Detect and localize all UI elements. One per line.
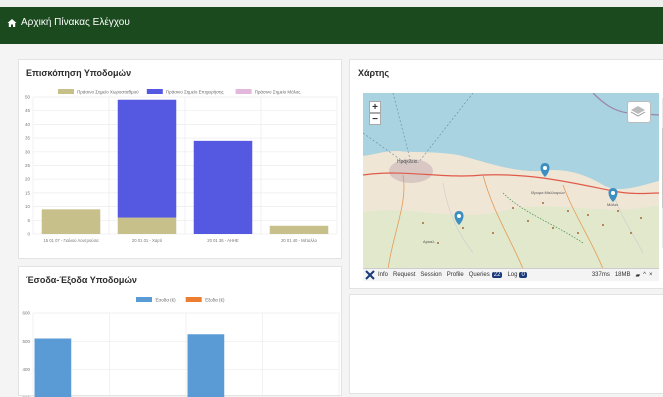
y-tick-label: 20 <box>25 177 31 182</box>
bar <box>194 141 253 234</box>
page-title: Αρχική Πίνακας Ελέγχου <box>21 17 130 28</box>
map-label-town: Μάλια <box>607 202 619 207</box>
legend-label: Πράσινο Σημείο Επιχειρήσης <box>166 89 225 95</box>
debug-time: 337ms <box>592 272 610 278</box>
debug-info-tab[interactable]: Info <box>378 272 388 278</box>
debugbar-logo-icon[interactable] <box>365 270 375 280</box>
bar <box>188 334 225 397</box>
x-tick-label: 20 01 36 - ΑΗΗΕ <box>207 238 239 243</box>
y-tick-label: 30 <box>25 149 31 154</box>
x-tick-label: 20 01 01 - Χαρτί <box>132 238 162 243</box>
close-icon[interactable]: × <box>649 272 653 278</box>
debug-queries-tab[interactable]: Queries <box>469 272 490 278</box>
y-tick-label: 25 <box>25 163 31 168</box>
legend-swatch <box>186 297 202 302</box>
empty-card <box>349 294 663 394</box>
y-tick-label: 40 <box>25 122 31 127</box>
map-tiles: Ηράκλειο Ιδρυμα Μαλλιαρών Μάλια Αρκαλ. <box>363 93 659 281</box>
debug-session-tab[interactable]: Session <box>420 272 441 278</box>
y-tick-label: 0 <box>27 232 30 237</box>
debug-request-tab[interactable]: Request <box>393 272 415 278</box>
x-tick-label: 20 01 40 - Μέταλλο <box>281 238 318 243</box>
x-tick-label: 15 01 07 - Γιαλιού Λουτρούσα <box>43 238 99 243</box>
legend-swatch <box>236 89 252 94</box>
legend-swatch <box>58 89 74 94</box>
legend-swatch <box>147 89 163 94</box>
log-count-badge: 0 <box>519 272 526 278</box>
infra-overview-card: Επισκόπηση Υποδομών Πράσινο Σημείο Χωροσ… <box>18 59 342 259</box>
map-card: Χάρτης <box>349 59 663 289</box>
layers-button[interactable] <box>627 101 651 123</box>
legend-label: Έξοδα (€) <box>204 298 225 303</box>
legend-label: Πράσινο Σημείο Χωροσταθμού <box>77 89 139 95</box>
debug-toolbar: Info Request Session Profile Queries 22 … <box>363 268 659 281</box>
zoom-out-button[interactable]: − <box>369 113 381 125</box>
zoom-in-button[interactable]: + <box>369 101 381 113</box>
debug-profile-tab[interactable]: Profile <box>447 272 464 278</box>
y-tick-label: 15 <box>25 190 31 195</box>
y-tick-label: 5 <box>27 218 30 223</box>
map-view[interactable]: Ηράκλειο Ιδρυμα Μαλλιαρών Μάλια Αρκαλ. +… <box>363 93 659 281</box>
map-card-title: Χάρτης <box>358 68 389 78</box>
y-tick-label: 500 <box>22 339 30 344</box>
debug-log-tab[interactable]: Log <box>507 272 517 278</box>
debug-memory: 18MB <box>615 272 631 278</box>
legend-label: Έσοδα (€) <box>154 298 176 303</box>
map-label-hub: Ιδρυμα Μαλλιαρών <box>531 190 565 195</box>
io-bar-chart: Έσοδα (€)Έξοδα (€)300400500600 <box>19 267 343 397</box>
bar <box>118 218 177 234</box>
legend-label: Πράσινο Σημείο Μόλος <box>255 89 302 95</box>
vegetation-area <box>363 205 659 269</box>
y-tick-label: 10 <box>25 204 31 209</box>
chevron-up-icon[interactable]: ^ <box>643 272 646 278</box>
map-label-road: Αρκαλ. <box>423 239 435 244</box>
legend-swatch <box>136 297 152 302</box>
top-navbar: Αρχική Πίνακας Ελέγχου <box>0 0 663 44</box>
infra-bar-chart: Πράσινο Σημείο Χωροσταθμού Πράσινο Σημείο… <box>19 60 343 260</box>
map-label-city: Ηράκλειο <box>397 158 418 165</box>
y-tick-label: 35 <box>25 136 31 141</box>
bar <box>35 339 72 397</box>
bar <box>118 100 177 218</box>
home-link[interactable]: Αρχική Πίνακας Ελέγχου <box>7 17 130 28</box>
folder-icon[interactable]: ▰ <box>636 272 641 279</box>
y-tick-label: 600 <box>22 311 30 316</box>
bar <box>42 209 101 234</box>
y-tick-label: 400 <box>22 367 30 372</box>
income-expenses-card: Έσοδα-Έξοδα Υποδομών Έσοδα (€)Έξοδα (€)3… <box>18 266 342 396</box>
home-icon <box>7 18 17 28</box>
bar <box>270 226 329 234</box>
queries-count-badge: 22 <box>492 272 503 278</box>
layers-icon <box>628 102 648 120</box>
y-tick-label: 50 <box>25 95 31 100</box>
y-tick-label: 45 <box>25 108 31 113</box>
